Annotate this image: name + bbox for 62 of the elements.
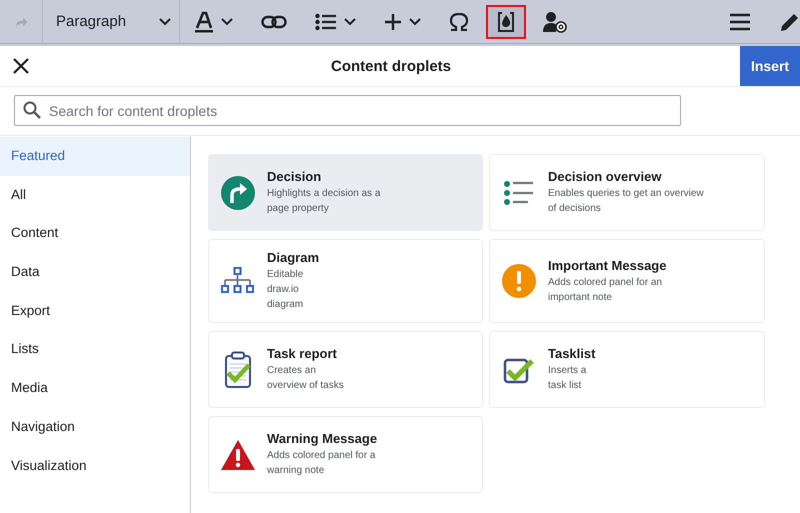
plus-icon (384, 12, 402, 30)
user-mention-icon (543, 10, 567, 32)
droplet-description: draw.io (267, 283, 300, 297)
bullet-list-icon (315, 12, 337, 30)
omega-icon (449, 12, 469, 30)
droplet-description: Highlights a decision as a (267, 187, 380, 201)
category-item[interactable]: Navigation (0, 408, 190, 446)
link-icon (261, 14, 287, 28)
droplet-title: Decision (267, 169, 322, 184)
droplet-card[interactable]: Decision overview Enables queries to get an overview of decisions (489, 154, 765, 231)
droplet-button[interactable] (486, 4, 526, 38)
exclamation-circle-icon (501, 263, 537, 299)
droplet-description: Inserts a (548, 364, 588, 378)
close-icon (13, 58, 29, 74)
droplet-icon (497, 10, 515, 32)
category-item[interactable]: Lists (0, 330, 190, 370)
org-chart-icon (220, 267, 256, 295)
droplet-description: task list (548, 379, 582, 393)
droplet-card[interactable]: Tasklist Inserts a task list (489, 331, 765, 408)
droplet-card[interactable]: Decision Highlights a decision as a page property (208, 154, 483, 231)
menu-icon (729, 12, 751, 30)
paragraph-format-dropdown[interactable]: Paragraph (51, 13, 171, 30)
category-item[interactable]: Data (0, 253, 190, 292)
droplet-card[interactable]: Diagram Editable draw.io diagram (208, 239, 483, 323)
category-item[interactable]: Featured (0, 137, 190, 176)
droplet-description: warning note (267, 464, 326, 478)
droplet-description: Enables queries to get an overview (548, 187, 704, 201)
droplet-card[interactable]: Important Message Adds colored panel for an important note (489, 239, 765, 323)
search-field[interactable]: Search for content droplets (14, 95, 681, 126)
warning-triangle-icon (220, 438, 256, 470)
text-style-icon (194, 10, 214, 32)
droplet-description: overview of tasks (267, 379, 344, 393)
caret-icon (221, 18, 233, 26)
droplet-description: of decisions (548, 202, 602, 216)
droplet-description: Adds colored panel for a (267, 449, 376, 463)
droplet-title: Tasklist (548, 346, 596, 361)
droplet-title: Warning Message (267, 431, 378, 446)
droplet-card[interactable]: Task report Creates an overview of tasks (208, 331, 483, 408)
insert-button[interactable]: Insert (740, 46, 800, 86)
droplet-description: diagram (267, 298, 304, 312)
category-item[interactable]: Visualization (0, 446, 190, 486)
droplet-title: Decision overview (548, 169, 662, 184)
droplet-description: important note (548, 290, 613, 304)
droplet-description: Creates an (267, 364, 317, 378)
droplet-description: Adds colored panel for an (548, 276, 663, 290)
caret-icon (159, 18, 171, 26)
droplet-description: Editable (267, 268, 304, 282)
caret-icon (409, 18, 421, 26)
droplet-title: Diagram (267, 250, 320, 265)
category-item[interactable]: All (0, 176, 190, 214)
category-item[interactable]: Media (0, 369, 190, 408)
dialog-title: Content droplets (330, 58, 452, 74)
droplet-card[interactable]: Warning Message Adds colored panel for a warning note (208, 416, 483, 493)
droplet-title: Task report (267, 346, 338, 361)
droplet-description: page property (267, 202, 330, 216)
checklist-icon (503, 178, 535, 206)
caret-icon (344, 18, 356, 26)
search-icon (23, 101, 41, 119)
category-item[interactable]: Export (0, 292, 190, 330)
droplet-title: Important Message (548, 258, 666, 272)
category-item[interactable]: Content (0, 214, 190, 254)
clipboard-check-icon (224, 350, 252, 388)
